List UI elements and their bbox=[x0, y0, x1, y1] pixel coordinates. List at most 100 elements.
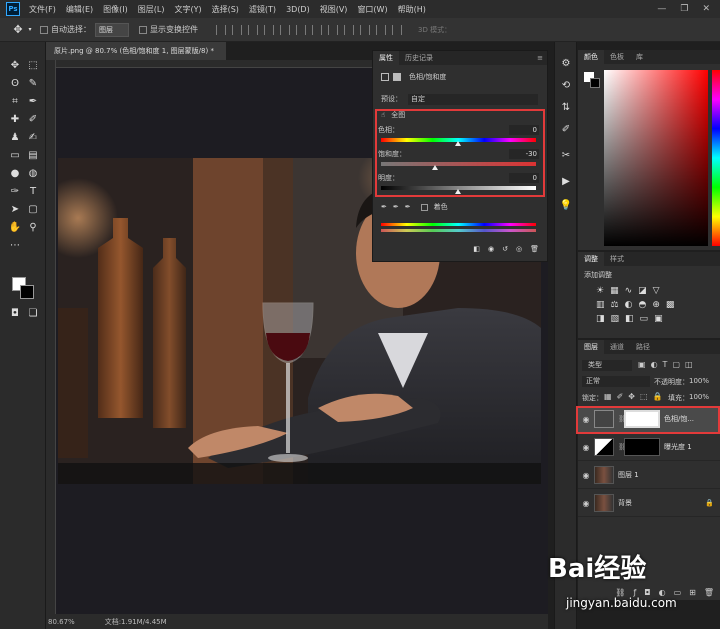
threshold-icon[interactable]: ◧ bbox=[625, 314, 634, 324]
blend-mode-dropdown[interactable]: 正常 bbox=[582, 376, 650, 387]
menu-edit[interactable]: 编辑(E) bbox=[61, 4, 98, 15]
visibility-eye-icon[interactable]: ◎ bbox=[516, 245, 522, 257]
filter-adjust-icon[interactable]: ◐ bbox=[651, 360, 658, 369]
lasso-tool-icon[interactable]: ʘ bbox=[8, 76, 22, 90]
view-previous-icon[interactable]: ◉ bbox=[488, 245, 494, 257]
document-size[interactable]: 文档:1.91M/4.45M bbox=[105, 617, 167, 627]
pen-tool-icon[interactable]: ✑ bbox=[8, 184, 22, 198]
eyedropper-subtract-icon[interactable]: ✒ bbox=[405, 203, 411, 211]
eraser-tool-icon[interactable]: ▭ bbox=[8, 148, 22, 162]
brightness-icon[interactable]: ☀ bbox=[596, 286, 604, 296]
zoom-level[interactable]: 80.67% bbox=[48, 618, 75, 626]
marquee-tool-icon[interactable]: ⬚ bbox=[26, 58, 40, 72]
tab-properties[interactable]: 属性 bbox=[373, 51, 399, 65]
blur-tool-icon[interactable]: ● bbox=[8, 166, 22, 180]
lock-position-icon[interactable]: ✥ bbox=[628, 392, 635, 401]
channel-mixer-icon[interactable]: ⊕ bbox=[652, 300, 660, 310]
adjust-panel-icon[interactable]: ⇅ bbox=[559, 100, 573, 114]
selective-color-icon[interactable]: ▣ bbox=[654, 314, 663, 324]
show-transform-checkbox[interactable] bbox=[139, 25, 147, 34]
path-select-tool-icon[interactable]: ➤ bbox=[8, 202, 22, 216]
colorize-checkbox[interactable] bbox=[420, 203, 428, 211]
rectangle-tool-icon[interactable]: ▢ bbox=[26, 202, 40, 216]
distribute-vcenter-icon[interactable] bbox=[328, 24, 338, 35]
new-layer-icon[interactable]: ⊞ bbox=[689, 588, 696, 600]
color-lookup-icon[interactable]: ▩ bbox=[666, 300, 675, 310]
move-tool-icon[interactable]: ✥ bbox=[8, 58, 22, 72]
brush-tool-icon[interactable]: ✐ bbox=[26, 112, 40, 126]
tab-history[interactable]: 历史记录 bbox=[399, 53, 439, 63]
menu-filter[interactable]: 滤镜(T) bbox=[244, 4, 281, 15]
eye-icon[interactable]: ◉ bbox=[578, 499, 594, 508]
document-tab[interactable]: 原片.png @ 80.7% (色相/饱和度 1, 图层蒙版/8) * bbox=[46, 42, 226, 60]
lock-artboard-icon[interactable]: ⬚ bbox=[640, 392, 648, 401]
posterize-icon[interactable]: ▧ bbox=[611, 314, 620, 324]
chevron-down-icon[interactable]: ▾ bbox=[26, 22, 34, 38]
tab-libraries[interactable]: 库 bbox=[630, 52, 649, 62]
clone-stamp-tool-icon[interactable]: ♟ bbox=[8, 130, 22, 144]
distribute-hcenter-icon[interactable] bbox=[376, 24, 386, 35]
zoom-tool-icon[interactable]: ⚲ bbox=[26, 220, 40, 234]
layer-row-exposure[interactable]: ◉ ⛓ 曝光度 1 bbox=[578, 434, 720, 461]
color-picker-field[interactable] bbox=[604, 70, 708, 246]
layer-filter-dropdown[interactable]: 类型 bbox=[582, 360, 632, 371]
curves-icon[interactable]: ∿ bbox=[625, 286, 633, 296]
tool-presets-icon[interactable]: ✂ bbox=[559, 148, 573, 162]
tab-channels[interactable]: 通道 bbox=[604, 342, 630, 352]
color-balance-icon[interactable]: ⚖ bbox=[611, 300, 619, 310]
menu-type[interactable]: 文字(Y) bbox=[169, 4, 206, 15]
actions-play-icon[interactable]: ▶ bbox=[559, 174, 573, 188]
fill-value[interactable]: 100% bbox=[689, 393, 709, 401]
black-white-icon[interactable]: ◐ bbox=[625, 300, 633, 310]
align-left-icon[interactable] bbox=[264, 24, 274, 35]
reset-icon[interactable]: ↺ bbox=[502, 245, 508, 257]
delete-layer-icon[interactable]: 🗑 bbox=[704, 588, 714, 600]
vibrance-icon[interactable]: ▽ bbox=[653, 286, 660, 296]
eye-icon[interactable]: ◉ bbox=[578, 443, 594, 452]
tab-styles[interactable]: 样式 bbox=[604, 254, 630, 264]
filter-type-icon[interactable]: T bbox=[663, 360, 668, 369]
gradient-tool-icon[interactable]: ▤ bbox=[26, 148, 40, 162]
gradient-map-icon[interactable]: ▭ bbox=[640, 314, 649, 324]
photo-filter-icon[interactable]: ◓ bbox=[638, 300, 646, 310]
distribute-top-icon[interactable] bbox=[312, 24, 322, 35]
hue-strip[interactable] bbox=[712, 70, 720, 246]
menu-help[interactable]: 帮助(H) bbox=[393, 4, 431, 15]
layer-row-layer1[interactable]: ◉ 图层 1 bbox=[578, 462, 720, 489]
tab-layers[interactable]: 图层 bbox=[578, 340, 604, 354]
menu-layer[interactable]: 图层(L) bbox=[133, 4, 170, 15]
align-bottom-icon[interactable] bbox=[248, 24, 258, 35]
brush-panel-icon[interactable]: ✐ bbox=[559, 122, 573, 136]
lock-image-icon[interactable]: ✐ bbox=[617, 392, 624, 401]
hue-sat-icon[interactable]: ▥ bbox=[596, 300, 605, 310]
info-bulb-icon[interactable]: 💡 bbox=[559, 198, 573, 212]
lock-transparent-icon[interactable]: ▦ bbox=[604, 392, 612, 401]
properties-panel-icon[interactable]: ⚙ bbox=[559, 56, 573, 70]
screen-mode-icon[interactable]: ❏ bbox=[26, 306, 40, 320]
tab-color[interactable]: 颜色 bbox=[578, 50, 604, 64]
distribute-left-icon[interactable] bbox=[360, 24, 370, 35]
hand-tool-icon[interactable]: ✋ bbox=[8, 220, 22, 234]
tab-adjustments[interactable]: 调整 bbox=[578, 252, 604, 266]
auto-select-checkbox[interactable] bbox=[40, 25, 48, 34]
eye-icon[interactable]: ◉ bbox=[578, 471, 594, 480]
layer-mask-thumb[interactable] bbox=[624, 438, 660, 456]
move-tool-icon[interactable]: ✥ bbox=[10, 22, 26, 38]
lock-all-icon[interactable]: 🔒 bbox=[653, 392, 663, 401]
tab-swatches[interactable]: 色板 bbox=[604, 52, 630, 62]
history-brush-tool-icon[interactable]: ✍ bbox=[26, 130, 40, 144]
align-right-icon[interactable] bbox=[296, 24, 306, 35]
opacity-value[interactable]: 100% bbox=[689, 377, 709, 385]
menu-file[interactable]: 文件(F) bbox=[24, 4, 61, 15]
photoshop-logo-icon[interactable]: Ps bbox=[6, 2, 20, 16]
background-color-swatch[interactable] bbox=[20, 285, 34, 299]
auto-select-target-dropdown[interactable]: 图层 bbox=[95, 22, 129, 37]
delete-icon[interactable]: 🗑 bbox=[530, 245, 539, 257]
exposure-icon[interactable]: ◪ bbox=[638, 286, 647, 296]
filter-shape-icon[interactable]: ▢ bbox=[672, 360, 680, 369]
menu-3d[interactable]: 3D(D) bbox=[281, 5, 315, 14]
history-panel-icon[interactable]: ⟲ bbox=[559, 78, 573, 92]
preset-dropdown[interactable]: 自定 bbox=[408, 93, 538, 105]
levels-icon[interactable]: ▦ bbox=[610, 286, 619, 296]
minimize-icon[interactable]: — bbox=[657, 4, 666, 14]
